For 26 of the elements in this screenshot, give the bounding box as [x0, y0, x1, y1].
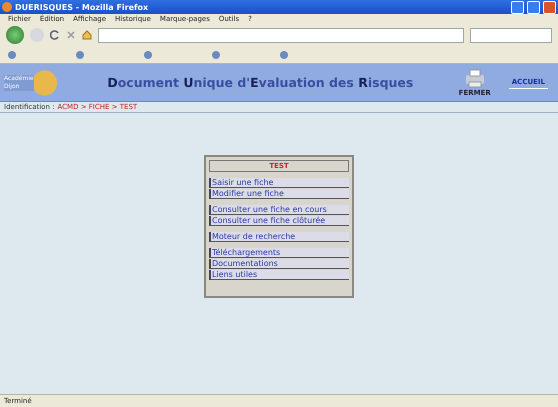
printer-icon	[464, 68, 486, 88]
menu-link[interactable]: Documentations	[209, 259, 349, 269]
menu-link[interactable]: Consulter une fiche en cours	[209, 205, 349, 215]
page-title: Document Unique d'Evaluation des Risques	[106, 75, 414, 90]
bookmark-icon[interactable]	[280, 50, 288, 58]
bookmark-icon[interactable]	[76, 50, 84, 58]
stop-icon[interactable]	[66, 30, 76, 40]
menu-link[interactable]: Saisir une fiche	[209, 178, 349, 188]
bookmark-icon[interactable]	[212, 50, 220, 58]
menu-link[interactable]: Téléchargements	[209, 248, 349, 258]
reload-icon[interactable]	[50, 30, 60, 40]
browser-icon	[2, 2, 12, 12]
menu-link[interactable]: Consulter une fiche clôturée	[209, 216, 349, 226]
menu-link[interactable]: Moteur de recherche	[209, 232, 349, 242]
maximize-button[interactable]	[527, 0, 540, 14]
close-button[interactable]	[543, 0, 556, 14]
search-field[interactable]	[470, 28, 552, 42]
minimize-button[interactable]	[511, 0, 524, 14]
bookmark-icon[interactable]	[144, 50, 152, 58]
menu-link[interactable]: Modifier une fiche	[209, 189, 349, 199]
home-icon[interactable]	[82, 30, 92, 40]
menu-link[interactable]: Liens utiles	[209, 270, 349, 280]
window-title: DUERISQUES - Mozilla Firefox	[15, 2, 150, 12]
bookmark-icon[interactable]	[8, 50, 16, 58]
address-field[interactable]	[98, 28, 464, 42]
back-button[interactable]	[6, 26, 24, 44]
